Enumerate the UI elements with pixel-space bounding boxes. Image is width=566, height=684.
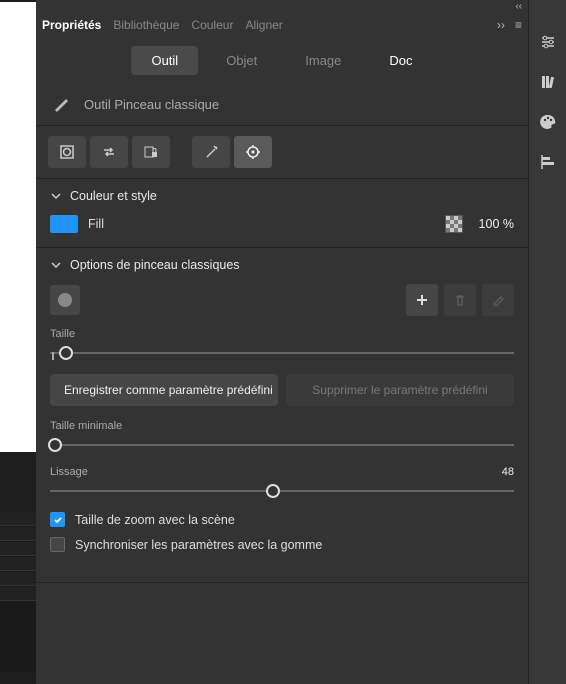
sync-eraser-row[interactable]: Synchroniser les paramètres avec la gomm…	[50, 537, 514, 552]
edit-preset-button	[482, 284, 514, 316]
collapse-icon: ‹‹	[515, 1, 522, 12]
zoom-with-stage-checkbox[interactable]	[50, 512, 65, 527]
subtab-doc[interactable]: Doc	[369, 46, 432, 75]
align-icon[interactable]	[536, 150, 560, 174]
brush-preview[interactable]	[50, 285, 80, 315]
zoom-with-stage-label: Taille de zoom avec la scène	[75, 513, 235, 527]
right-rail	[528, 0, 566, 684]
chevron-down-icon[interactable]	[50, 190, 62, 202]
panel-bottom	[36, 583, 528, 684]
smoothing-label: Lissage	[50, 466, 88, 478]
paint-inside-button[interactable]	[234, 136, 272, 168]
left-app-strip	[0, 0, 36, 684]
palette-icon[interactable]	[536, 110, 560, 134]
smoothing-value[interactable]: 48	[502, 466, 514, 478]
expand-panel-icon[interactable]: ››	[497, 18, 505, 32]
min-size-label: Taille minimale	[50, 420, 122, 432]
sync-eraser-label: Synchroniser les paramètres avec la gomm…	[75, 538, 322, 552]
delete-preset-button	[444, 284, 476, 316]
tool-header: Outil Pinceau classique	[36, 85, 528, 126]
brush-icon	[52, 95, 70, 113]
section-brush-options: Options de pinceau classiques Taille	[36, 248, 528, 583]
panel-menu-icon[interactable]: ≡	[515, 18, 522, 32]
tab-properties[interactable]: Propriétés	[42, 14, 101, 36]
subtab-outil[interactable]: Outil	[131, 46, 198, 75]
library-icon[interactable]	[536, 70, 560, 94]
section-brush-options-title: Options de pinceau classiques	[70, 258, 240, 272]
chevron-down-icon[interactable]	[50, 259, 62, 271]
subtab-objet[interactable]: Objet	[206, 46, 277, 75]
paint-mode-toolbar	[36, 126, 528, 179]
fill-swatch[interactable]	[50, 215, 78, 233]
tool-name: Outil Pinceau classique	[84, 97, 219, 112]
tab-align[interactable]: Aligner	[245, 14, 282, 36]
add-preset-button[interactable]	[406, 284, 438, 316]
subtab-image[interactable]: Image	[285, 46, 361, 75]
swap-button[interactable]	[90, 136, 128, 168]
opacity-icon[interactable]	[445, 215, 463, 233]
subtabs: Outil Objet Image Doc	[36, 38, 528, 85]
prefs-icon[interactable]	[536, 30, 560, 54]
zoom-with-stage-row[interactable]: Taille de zoom avec la scène	[50, 512, 514, 527]
canvas-peek	[0, 2, 36, 452]
lock-fill-button[interactable]	[132, 136, 170, 168]
section-color-style-title: Couleur et style	[70, 189, 157, 203]
fill-label: Fill	[88, 217, 104, 231]
collapse-bar[interactable]: ‹‹	[36, 0, 528, 12]
section-color-style: Couleur et style Fill 100 %	[36, 179, 528, 248]
panel-tabs: Propriétés Bibliothèque Couleur Aligner …	[36, 12, 528, 38]
timeline-peek	[0, 512, 36, 672]
tab-library[interactable]: Bibliothèque	[113, 14, 179, 36]
object-drawing-button[interactable]	[48, 136, 86, 168]
size-label: Taille	[50, 328, 75, 340]
size-slider[interactable]	[50, 344, 514, 362]
smoothing-slider[interactable]	[50, 482, 514, 500]
delete-preset-text-button: Supprimer le paramètre prédéfini	[286, 374, 514, 406]
sync-eraser-checkbox[interactable]	[50, 537, 65, 552]
opacity-value[interactable]: 100 %	[479, 217, 514, 231]
paint-behind-button[interactable]	[192, 136, 230, 168]
save-preset-button[interactable]: Enregistrer comme paramètre prédéfini	[50, 374, 278, 406]
min-size-slider[interactable]	[50, 436, 514, 454]
tab-color[interactable]: Couleur	[191, 14, 233, 36]
